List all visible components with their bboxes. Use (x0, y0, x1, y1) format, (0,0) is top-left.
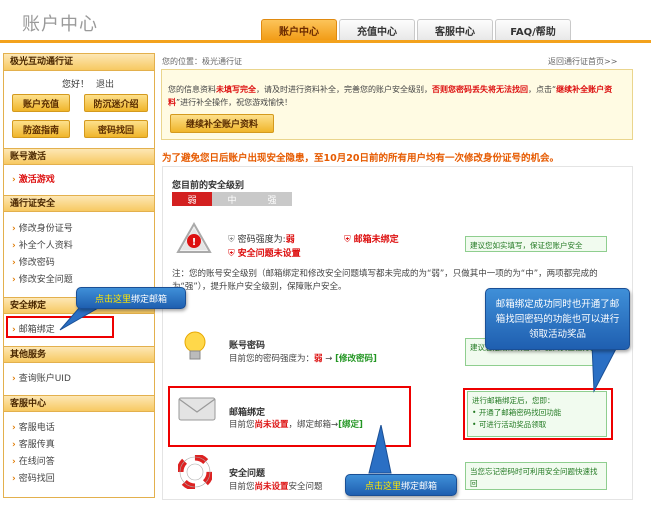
callout-text: 绑定邮箱 (131, 294, 168, 305)
question-unset-status: ⛨ 安全问题未设置 (228, 246, 301, 259)
change-password-link[interactable]: [修改密码] (335, 354, 377, 364)
question-desc-text: 安全问题 (288, 482, 323, 492)
sidebar-section-security: 通行证安全 (4, 195, 154, 212)
shield-icon: ⛨ (228, 249, 235, 259)
svg-text:!: ! (192, 237, 197, 248)
sidebar-item-change-question[interactable]: 修改安全问题 (12, 272, 73, 285)
logout-link[interactable]: 退出 (96, 77, 114, 90)
anti-theft-guide-button[interactable]: 防盗指南 (12, 120, 70, 138)
callout-text: 绑定邮箱 (401, 481, 438, 492)
warning-text: 为了避免您日后账户出现安全隐患，至10月20日前的所有用户均有一次修改身份证号的… (162, 153, 559, 164)
email-desc-text: 目前您 (229, 420, 255, 430)
email-unbound-status: ⛨ 邮箱未绑定 (344, 232, 399, 245)
sidebar-section-service: 客服中心 (4, 395, 154, 412)
tab-account-center[interactable]: 账户中心 (261, 19, 337, 41)
notice-text-part: 未填写完全 (216, 85, 256, 94)
account-password-desc-text: 目前您的密码强度为： (229, 354, 315, 364)
breadcrumb: 您的位置：极光通行证 (162, 57, 242, 66)
account-password-value: 弱 (314, 354, 323, 364)
header-divider (0, 40, 651, 43)
tab-faq-help[interactable]: FAQ/帮助 (495, 19, 571, 41)
callout-highlight-text: 点击这里 (364, 481, 401, 492)
account-password-desc: 目前您的密码强度为：弱 → [修改密码] (229, 352, 377, 364)
callout-pointer (368, 425, 392, 474)
anti-addiction-button[interactable]: 防沉迷介绍 (84, 94, 148, 112)
page-title: 账户中心 (22, 14, 98, 35)
email-desc-status: 尚未设置 (254, 420, 289, 430)
notice-text: 您的信息资料未填写完全，请及时进行资料补全，完善您的账户安全级别，否则您密码丢失… (168, 83, 626, 109)
sidebar: 极光互动通行证 您好！ 退出 账户充值 防沉迷介绍 防盗指南 密码找回 账号激活… (3, 53, 155, 498)
tab-recharge-center[interactable]: 充值中心 (339, 19, 415, 41)
sidebar-item-query-uid[interactable]: 查询账户UID (12, 371, 71, 384)
callout-pointer (591, 345, 619, 393)
question-desc-text: 目前您 (229, 482, 255, 492)
callout-email-benefit: 邮箱绑定成功同时也开通了邮箱找回密码的功能也可以进行领取活动奖品 (485, 288, 630, 350)
security-question-title: 安全问题 (229, 469, 266, 479)
tip-email-item-text: 开通了邮箱密码找回功能 (478, 408, 562, 417)
shield-icon: ⛨ (344, 235, 351, 245)
sidebar-pass-title: 极光互动通行证 (4, 54, 154, 71)
tip-box-question: 当您忘记密码时可利用安全问题快速找回 (465, 462, 607, 490)
password-strength-value: 弱 (285, 235, 295, 245)
account-password-title: 账号密码 (229, 341, 266, 351)
tab-service-center[interactable]: 客服中心 (417, 19, 493, 41)
callout-highlight-text: 点击这里 (94, 294, 131, 305)
complete-profile-button[interactable]: 继续补全账户资料 (170, 114, 274, 133)
level-strong: 强 (252, 192, 292, 206)
notice-text-part: 否则您密码丢失将无法找回 (432, 85, 528, 94)
sidebar-item-online-qa[interactable]: 在线问答 (12, 454, 55, 467)
sidebar-section-activate: 账号激活 (4, 148, 154, 165)
notice-text-part: ”进行补全操作，祝您游戏愉快！ (176, 98, 293, 107)
back-to-home-link[interactable]: 返回通行证首页>> (548, 56, 617, 67)
sidebar-item-service-phone[interactable]: 客服电话 (12, 420, 55, 433)
sidebar-item-service-fax[interactable]: 客服传真 (12, 437, 55, 450)
tip-email-item: • 开通了邮箱密码找回功能 (472, 408, 562, 417)
tip-email-title: 进行邮箱绑定后，您即： (472, 396, 555, 405)
greeting: 您好！ (62, 80, 90, 90)
envelope-icon (178, 397, 216, 421)
sidebar-item-password-recovery[interactable]: 密码找回 (12, 471, 55, 484)
level-weak: 弱 (172, 192, 212, 206)
recharge-button[interactable]: 账户充值 (12, 94, 70, 112)
tip-email-item: • 可进行活动奖品领取 (472, 420, 547, 429)
security-question-desc: 目前您尚未设置安全问题 (229, 480, 323, 492)
password-strength-label: 密码强度为: (237, 235, 286, 245)
question-desc-status: 尚未设置 (254, 482, 289, 492)
sidebar-item-change-password[interactable]: 修改密码 (12, 255, 55, 268)
email-desc-text: ，绑定邮箱→ (288, 420, 339, 430)
notice-text-part: 您的信息资料 (168, 85, 216, 94)
warning-triangle-icon: ! (176, 222, 212, 253)
tip-box-info: 建议您如实填写，保证您账户安全 (465, 236, 607, 252)
email-unbound-label: 邮箱未绑定 (353, 235, 399, 245)
email-binding-title: 邮箱绑定 (229, 408, 266, 418)
notice-text-part: ，点击“ (528, 85, 557, 94)
email-binding-desc: 目前您尚未设置，绑定邮箱→[绑定] (229, 418, 363, 430)
lifebuoy-icon (178, 455, 212, 489)
security-level-title: 您目前的安全级别 (172, 181, 245, 191)
lightbulb-icon (184, 331, 206, 360)
callout-click-bind-bottom: 点击这里 绑定邮箱 (345, 474, 457, 496)
tip-box-email: 进行邮箱绑定后，您即： • 开通了邮箱密码找回功能 • 可进行活动奖品领取 (467, 391, 607, 437)
password-recovery-button[interactable]: 密码找回 (84, 120, 148, 138)
arrow-icon: → (322, 354, 336, 364)
password-strength-status: ⛨ 密码强度为:弱 (228, 232, 295, 245)
level-medium: 中 (212, 192, 252, 206)
shield-icon: ⛨ (228, 235, 235, 245)
sidebar-item-change-id[interactable]: 修改身份证号 (12, 221, 73, 234)
notice-text-part: ，请及时进行资料补全，完善您的账户安全级别， (256, 85, 432, 94)
question-unset-label: 安全问题未设置 (237, 249, 301, 259)
sidebar-item-complete-info[interactable]: 补全个人资料 (12, 238, 73, 251)
sidebar-section-other: 其他服务 (4, 346, 154, 363)
sidebar-item-activate-game[interactable]: 激活游戏 (12, 172, 55, 185)
tip-email-item-text: 可进行活动奖品领取 (478, 420, 547, 429)
callout-click-bind-left: 点击这里 绑定邮箱 (76, 287, 186, 309)
